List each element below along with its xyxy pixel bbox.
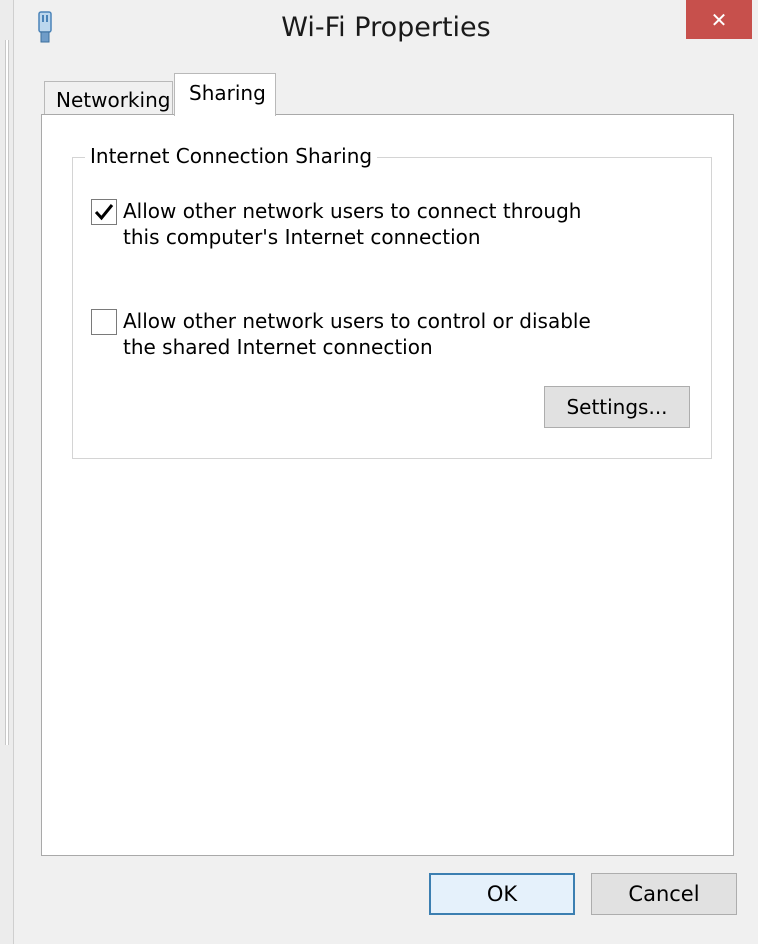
- ok-button[interactable]: OK: [429, 873, 575, 915]
- allow-connect-checkbox[interactable]: [91, 199, 117, 225]
- allow-control-option[interactable]: Allow other network users to control or …: [91, 308, 623, 360]
- allow-control-checkbox[interactable]: [91, 309, 117, 335]
- tab-sharing[interactable]: Sharing: [174, 73, 276, 116]
- background-window-strip: [5, 40, 9, 745]
- window-title: Wi-Fi Properties: [281, 12, 491, 43]
- group-title: Internet Connection Sharing: [85, 144, 378, 168]
- allow-connect-label: Allow other network users to connect thr…: [123, 199, 582, 249]
- sharing-tab-panel: Internet Connection Sharing Allow other …: [41, 114, 734, 856]
- internet-connection-sharing-group: Internet Connection Sharing Allow other …: [72, 144, 712, 459]
- cancel-button[interactable]: Cancel: [591, 873, 737, 915]
- close-icon: ✕: [710, 7, 728, 32]
- allow-control-label: Allow other network users to control or …: [123, 309, 591, 359]
- checkmark-icon: [94, 204, 114, 221]
- tab-networking[interactable]: Networking: [44, 81, 173, 115]
- settings-button[interactable]: Settings...: [544, 386, 690, 428]
- title-bar: Wi-Fi Properties ✕: [14, 0, 758, 60]
- background-window-edge: [0, 0, 14, 944]
- allow-connect-option[interactable]: Allow other network users to connect thr…: [91, 198, 623, 250]
- close-button[interactable]: ✕: [686, 0, 752, 39]
- wifi-properties-dialog: Wi-Fi Properties ✕ Networking Sharing In…: [14, 0, 758, 944]
